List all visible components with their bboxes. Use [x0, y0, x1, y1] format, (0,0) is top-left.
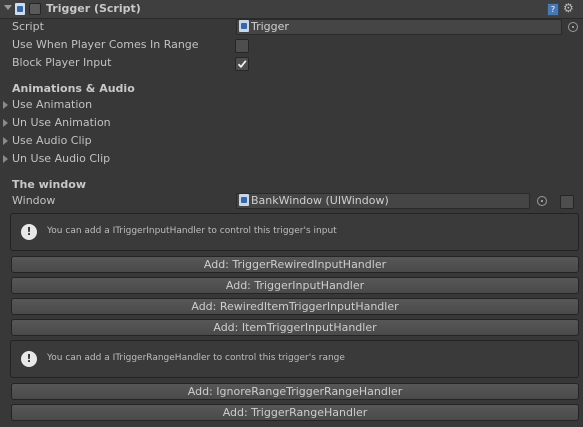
object-picker-icon[interactable]: [568, 22, 578, 32]
foldout-use-animation[interactable]: Use Animation: [12, 98, 92, 112]
window-label: Window: [12, 194, 56, 207]
add-trigger-input-handler-button[interactable]: Add: TriggerInputHandler: [11, 277, 579, 294]
script-label: Script: [12, 20, 44, 33]
enabled-toggle[interactable]: [29, 3, 41, 15]
input-handler-help-box: ! You can add a ITriggerInputHandler to …: [10, 213, 579, 251]
window-object-field[interactable]: BankWindow (UIWindow): [236, 193, 530, 209]
window-enabled-checkbox[interactable]: [560, 195, 574, 209]
animations-audio-heading: Animations & Audio: [12, 82, 135, 95]
window-field-value: BankWindow (UIWindow): [251, 194, 389, 207]
range-handler-help-text: You can add a ITriggerRangeHandler to co…: [47, 353, 345, 363]
foldout-use-audio-clip[interactable]: Use Audio Clip: [12, 134, 92, 148]
foldout-un-use-animation[interactable]: Un Use Animation: [12, 116, 111, 130]
input-handler-help-text: You can add a ITriggerInputHandler to co…: [47, 226, 337, 236]
info-icon: !: [21, 224, 37, 240]
foldout-arrow-icon[interactable]: [3, 137, 8, 145]
block-player-input-checkbox[interactable]: [235, 57, 249, 71]
add-rewired-item-trigger-input-handler-button[interactable]: Add: RewiredItemTriggerInputHandler: [11, 298, 579, 315]
checkmark-icon: [237, 60, 247, 69]
the-window-heading: The window: [12, 178, 86, 191]
script-object-field[interactable]: Trigger: [236, 19, 562, 35]
block-player-input-label: Block Player Input: [12, 56, 112, 69]
foldout-arrow-icon[interactable]: [4, 5, 12, 10]
foldout-arrow-icon[interactable]: [3, 101, 8, 109]
script-icon: [15, 3, 25, 15]
object-picker-icon[interactable]: [537, 196, 547, 206]
info-icon: !: [21, 351, 37, 367]
use-when-in-range-checkbox[interactable]: [235, 39, 249, 53]
use-when-in-range-label: Use When Player Comes In Range: [12, 38, 199, 51]
ui-window-file-icon: [239, 194, 249, 206]
script-field-value: Trigger: [251, 20, 289, 33]
script-file-icon: [239, 20, 249, 32]
add-item-trigger-input-handler-button[interactable]: Add: ItemTriggerInputHandler: [11, 319, 579, 336]
component-header: Trigger (Script) ? ⚙: [0, 0, 583, 19]
help-icon[interactable]: ?: [547, 3, 559, 16]
add-trigger-range-handler-button[interactable]: Add: TriggerRangeHandler: [11, 404, 579, 421]
add-ignore-range-trigger-range-handler-button[interactable]: Add: IgnoreRangeTriggerRangeHandler: [11, 383, 579, 400]
foldout-un-use-audio-clip[interactable]: Un Use Audio Clip: [12, 152, 110, 166]
foldout-arrow-icon[interactable]: [3, 119, 8, 127]
range-handler-help-box: ! You can add a ITriggerRangeHandler to …: [10, 340, 579, 378]
component-title: Trigger (Script): [46, 2, 141, 15]
foldout-arrow-icon[interactable]: [3, 155, 8, 163]
gear-icon[interactable]: ⚙: [563, 1, 574, 15]
add-trigger-rewired-input-handler-button[interactable]: Add: TriggerRewiredInputHandler: [11, 256, 579, 273]
